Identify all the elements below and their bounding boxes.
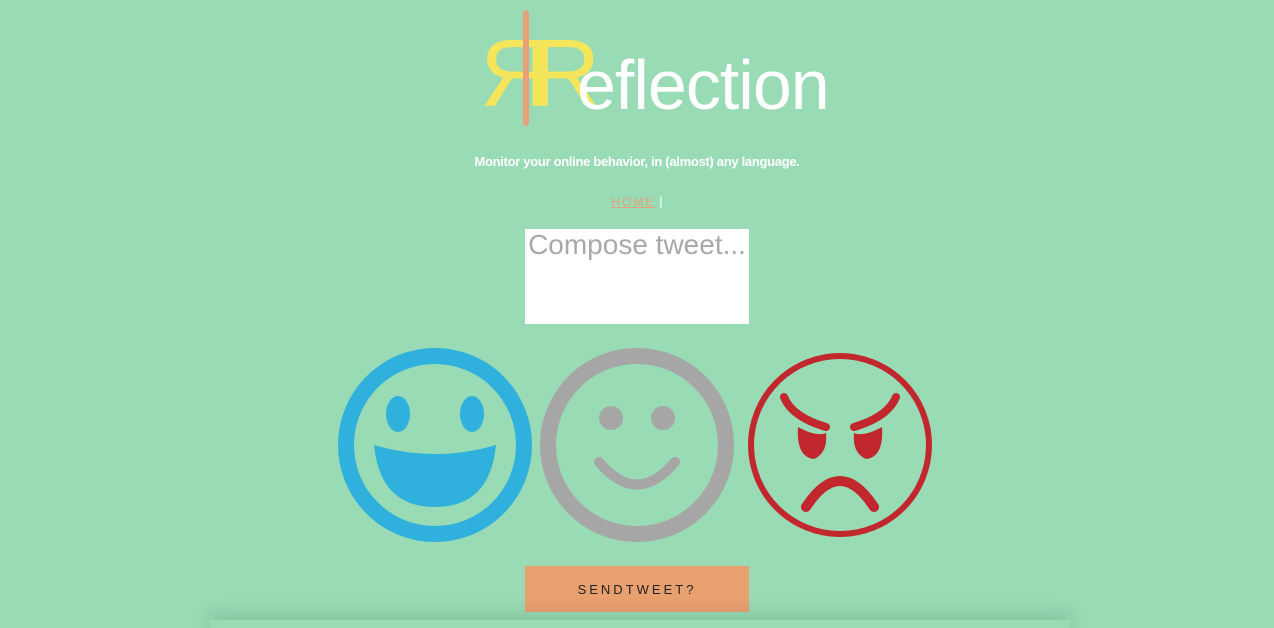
page: R R eflection Monitor your online behavi… (0, 0, 1274, 628)
tagline: Monitor your online behavior, in (almost… (474, 154, 800, 169)
nav-separator: | (659, 194, 663, 209)
smile-face-icon[interactable] (537, 345, 737, 545)
content-shadow (210, 620, 1070, 628)
happy-face-icon[interactable] (336, 345, 536, 545)
logo-wordmark: eflection (577, 46, 830, 124)
compose-tweet-input[interactable] (525, 229, 749, 324)
nav-bar: HOME | (0, 194, 1274, 209)
angry-face-icon[interactable] (746, 345, 936, 545)
nav-home-link[interactable]: HOME (611, 195, 655, 209)
send-tweet-button[interactable]: SENDTWEET? (525, 566, 749, 612)
logo-divider (523, 10, 529, 126)
sentiment-faces (336, 345, 936, 545)
reflection-logo: R R eflection (478, 8, 830, 128)
